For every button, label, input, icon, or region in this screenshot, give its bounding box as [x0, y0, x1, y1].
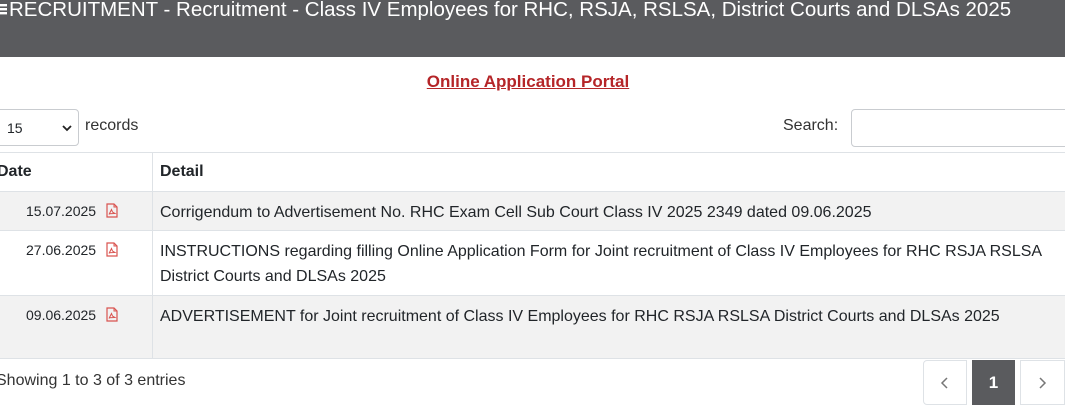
chevron-left-icon	[940, 377, 948, 389]
records-table: Date Detail 15.07.2025 Corrigendum to Ad…	[0, 152, 1065, 359]
search-label: Search:	[783, 117, 839, 134]
detail-text: INSTRUCTIONS regarding filling Online Ap…	[160, 243, 1042, 285]
pagination-previous-button[interactable]	[923, 360, 967, 405]
detail-text: Corrigendum to Advertisement No. RHC Exa…	[160, 204, 872, 221]
table-info: Showing 1 to 3 of 3 entries	[0, 372, 186, 389]
records-per-page-select[interactable]: 15	[0, 109, 79, 146]
chevron-right-icon	[1039, 377, 1047, 389]
date-column-header[interactable]: Date	[0, 153, 153, 191]
date-text: 15.07.2025	[26, 203, 97, 219]
pagination-page-1[interactable]: 1	[972, 360, 1015, 405]
chevron-down-icon	[62, 125, 72, 132]
pdf-icon[interactable]	[106, 242, 118, 257]
pdf-icon[interactable]	[106, 307, 118, 322]
page-title: RECRUITMENT - Recruitment - Class IV Emp…	[9, 0, 1012, 21]
date-cell: 27.06.2025	[0, 231, 153, 295]
pdf-icon[interactable]	[106, 203, 118, 218]
header-title-wrap: RECRUITMENT - Recruitment - Class IV Emp…	[0, 0, 1065, 20]
date-cell: 15.07.2025	[0, 192, 153, 230]
table-row: 09.06.2025 ADVERTISEMENT for Joint recru…	[0, 296, 1065, 359]
table-row: 27.06.2025 INSTRUCTIONS regarding fillin…	[0, 231, 1065, 296]
detail-text: ADVERTISEMENT for Joint recruitment of C…	[160, 308, 1000, 325]
table-row: 15.07.2025 Corrigendum to Advertisement …	[0, 192, 1065, 231]
date-text: 27.06.2025	[26, 242, 97, 258]
date-cell: 09.06.2025	[0, 296, 153, 358]
search-input[interactable]	[851, 109, 1065, 147]
menu-icon	[0, 4, 7, 15]
page-header: RECRUITMENT - Recruitment - Class IV Emp…	[0, 0, 1065, 57]
date-text: 09.06.2025	[26, 307, 97, 323]
records-per-page-value: 15	[7, 120, 23, 136]
table-header-row: Date Detail	[0, 153, 1065, 192]
online-application-portal-link[interactable]: Online Application Portal	[0, 72, 1056, 92]
pagination-next-button[interactable]	[1020, 360, 1065, 405]
records-label: records	[85, 117, 139, 134]
